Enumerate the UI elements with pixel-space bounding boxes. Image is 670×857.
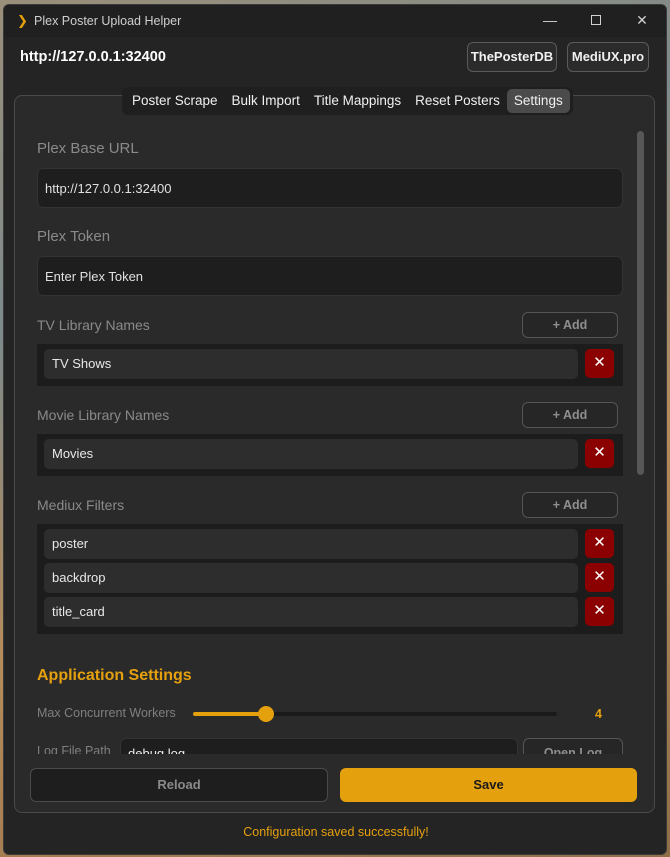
scrollbar[interactable] [637, 131, 644, 475]
slider-thumb[interactable] [258, 706, 274, 722]
delete-icon[interactable]: ✕ [585, 563, 614, 592]
delete-icon[interactable]: ✕ [585, 439, 614, 468]
max-workers-label: Max Concurrent Workers [37, 706, 176, 720]
plex-token-field[interactable]: Enter Plex Token [37, 256, 623, 296]
app-window: ❯ Plex Poster Upload Helper — ✕ http://1… [3, 4, 667, 855]
log-file-label: Log File Path [37, 744, 111, 754]
server-url-label: http://127.0.0.1:32400 [20, 49, 166, 65]
list-item[interactable]: title_card [44, 597, 578, 627]
delete-icon[interactable]: ✕ [585, 597, 614, 626]
list-item[interactable]: backdrop [44, 563, 578, 593]
reload-button[interactable]: Reload [30, 768, 328, 802]
add-movie-library-button[interactable]: + Add [522, 402, 618, 428]
theposterdb-button[interactable]: ThePosterDB [467, 42, 557, 72]
plex-base-url-label: Plex Base URL [37, 140, 139, 157]
maximize-button[interactable] [573, 5, 619, 37]
list-item[interactable]: TV Shows [44, 349, 578, 379]
list-item[interactable]: Movies [44, 439, 578, 469]
plex-token-label: Plex Token [37, 228, 111, 245]
mediux-filter-list: poster ✕ backdrop ✕ title_card ✕ [37, 524, 623, 634]
minimize-button[interactable]: — [527, 5, 573, 37]
add-mediux-filter-button[interactable]: + Add [522, 492, 618, 518]
slider-fill [193, 712, 266, 716]
tab-bar: Poster Scrape Bulk Import Title Mappings… [122, 87, 573, 115]
tab-poster-scrape[interactable]: Poster Scrape [125, 89, 225, 113]
tab-bulk-import[interactable]: Bulk Import [225, 89, 307, 113]
add-tv-library-button[interactable]: + Add [522, 312, 618, 338]
delete-icon[interactable]: ✕ [585, 349, 614, 378]
open-log-button[interactable]: Open Log [523, 738, 623, 754]
tv-library-label: TV Library Names [37, 317, 150, 333]
tv-library-list: TV Shows ✕ [37, 344, 623, 386]
maximize-icon [591, 15, 601, 25]
tab-settings[interactable]: Settings [506, 89, 570, 113]
application-settings-heading: Application Settings [37, 667, 192, 684]
mediux-filters-label: Mediux Filters [37, 497, 125, 513]
save-button[interactable]: Save [340, 768, 637, 802]
max-workers-value: 4 [595, 707, 602, 721]
tab-reset-posters[interactable]: Reset Posters [408, 89, 507, 113]
max-workers-slider[interactable] [193, 706, 557, 722]
log-file-field[interactable]: debug.log [120, 738, 518, 754]
status-message: Configuration saved successfully! [243, 825, 429, 839]
movie-library-list: Movies ✕ [37, 434, 623, 476]
title-bar[interactable]: ❯ Plex Poster Upload Helper — ✕ [4, 5, 666, 37]
delete-icon[interactable]: ✕ [585, 529, 614, 558]
window-title: Plex Poster Upload Helper [34, 14, 182, 28]
close-button[interactable]: ✕ [619, 5, 665, 37]
plex-base-url-field[interactable]: http://127.0.0.1:32400 [37, 168, 623, 208]
movie-library-label: Movie Library Names [37, 407, 170, 423]
tab-title-mappings[interactable]: Title Mappings [307, 89, 408, 113]
mediux-button[interactable]: MediUX.pro [567, 42, 649, 72]
plex-chevron-icon: ❯ [17, 13, 28, 28]
list-item[interactable]: poster [44, 529, 578, 559]
settings-scroll-area[interactable]: Plex Base URL http://127.0.0.1:32400 Ple… [15, 114, 629, 754]
